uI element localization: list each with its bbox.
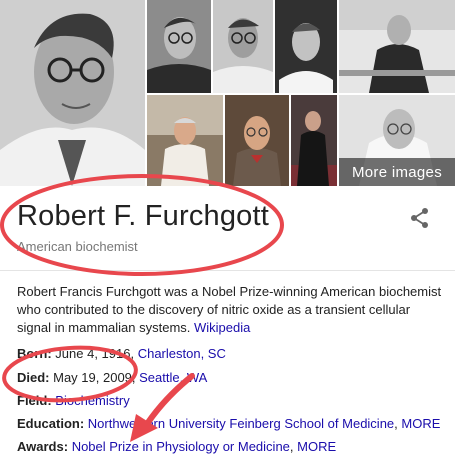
arrow-icon: [130, 373, 195, 442]
fact-awards: Awards: Nobel Prize in Physiology or Med…: [17, 439, 336, 454]
portrait-thumbnail-4[interactable]: [339, 0, 455, 93]
entity-title: Robert F. Furchgott: [17, 200, 270, 232]
photo-thumbnail-7[interactable]: [291, 95, 337, 186]
fact-education: Education: Northwestern University Feinb…: [17, 416, 440, 431]
portrait-thumbnail-1[interactable]: [147, 0, 211, 93]
fact-born-label: Born:: [17, 346, 52, 361]
photo-thumbnail-8[interactable]: More images: [339, 95, 455, 186]
fact-field-link[interactable]: Biochemistry: [55, 393, 129, 408]
fact-born-date: June 4, 1916,: [55, 346, 138, 361]
fact-died: Died: May 19, 2009, Seattle, WA: [17, 370, 207, 385]
wikipedia-link[interactable]: Wikipedia: [194, 320, 250, 335]
main-portrait-image[interactable]: [0, 0, 145, 186]
fact-field: Field: Biochemistry: [17, 393, 130, 408]
entity-description: Robert Francis Furchgott was a Nobel Pri…: [17, 283, 442, 337]
fact-field-label: Field:: [17, 393, 52, 408]
fact-died-date: May 19, 2009,: [53, 370, 140, 385]
fact-awards-label: Awards:: [17, 439, 69, 454]
photo-thumbnail-6[interactable]: [225, 95, 289, 186]
fact-born-place-link[interactable]: Charleston, SC: [138, 346, 226, 361]
fact-awards-link[interactable]: Nobel Prize in Physiology or Medicine: [72, 439, 290, 454]
fact-awards-more-link[interactable]: MORE: [297, 439, 336, 454]
fact-education-more-link[interactable]: MORE: [401, 416, 440, 431]
portrait-thumbnail-3[interactable]: [275, 0, 337, 93]
fact-education-label: Education:: [17, 416, 85, 431]
portrait-thumbnail-2[interactable]: [213, 0, 273, 93]
fact-died-place-link[interactable]: Seattle, WA: [139, 370, 207, 385]
photo-thumbnail-5[interactable]: [147, 95, 223, 186]
image-collage: More images: [0, 0, 455, 186]
share-icon[interactable]: [408, 206, 432, 230]
entity-subtitle: American biochemist: [17, 239, 138, 254]
fact-died-label: Died:: [17, 370, 50, 385]
more-images-button[interactable]: More images: [339, 158, 455, 186]
fact-education-link[interactable]: Northwestern University Feinberg School …: [88, 416, 394, 431]
fact-born: Born: June 4, 1916, Charleston, SC: [17, 346, 226, 361]
divider: [0, 270, 455, 271]
